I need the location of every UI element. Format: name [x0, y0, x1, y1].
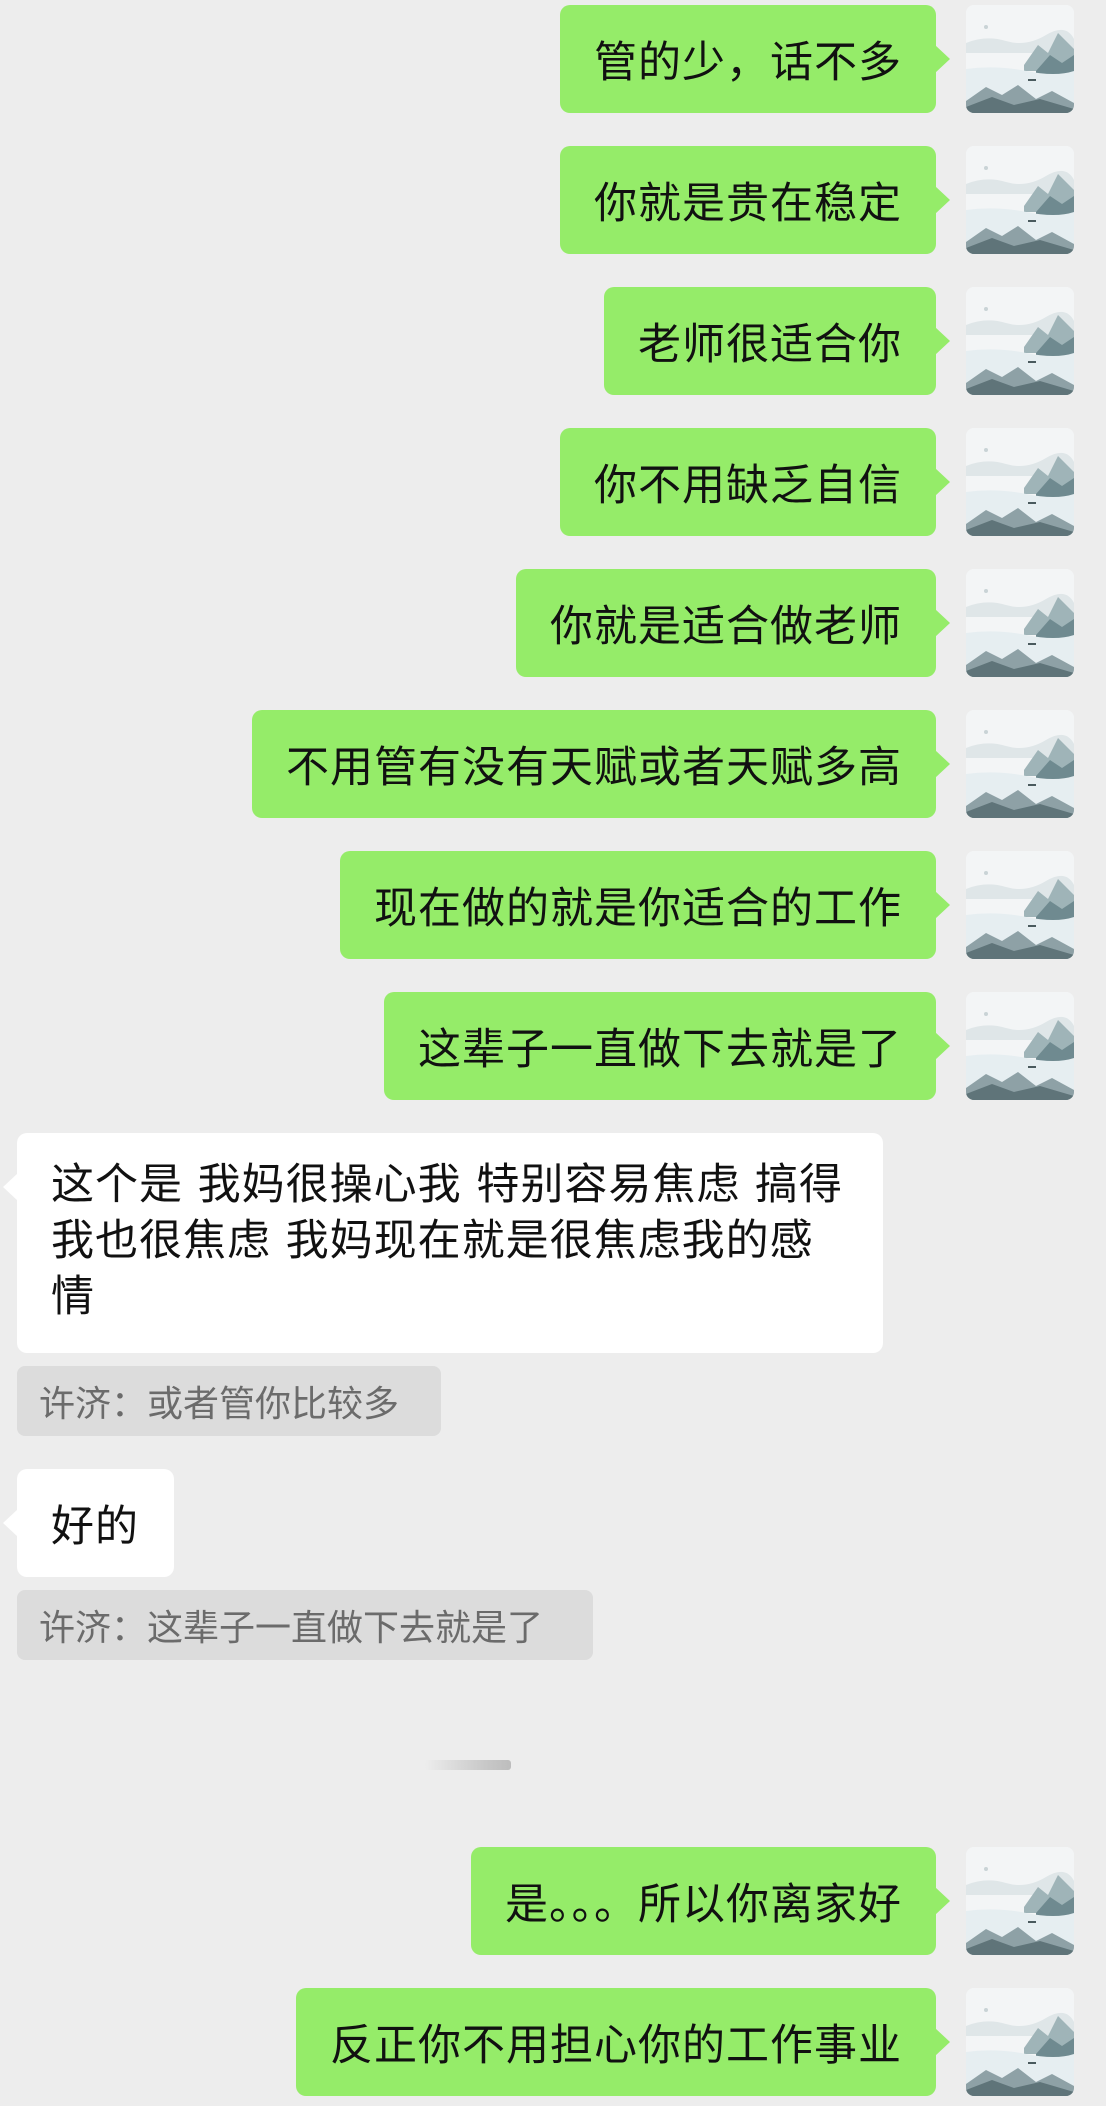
message-bubble[interactable]: 反正你不用担心你的工作事业 [296, 1988, 950, 2096]
message-text-line: 这个是 我妈很操心我 特别容易焦虑 搞得 [51, 1160, 844, 1210]
landscape-painting-avatar-icon [966, 428, 1074, 536]
message-text-line: 我也很焦虑 我妈现在就是很焦虑我的感 [51, 1216, 814, 1266]
landscape-painting-avatar-icon [966, 5, 1074, 113]
sent-message: 你不用缺乏自信 [0, 428, 1106, 536]
quoted-reply[interactable]: 许济：这辈子一直做下去就是了 [17, 1590, 593, 1660]
sent-message: 是。。。所以你离家好 [0, 1847, 1106, 1955]
avatar[interactable] [966, 569, 1074, 677]
avatar[interactable] [966, 1847, 1074, 1955]
message-bubble[interactable]: 你就是适合做老师 [516, 569, 950, 677]
message-text-line: 情 [51, 1272, 95, 1322]
avatar[interactable] [966, 710, 1074, 818]
landscape-painting-avatar-icon [966, 569, 1074, 677]
message-text: 你就是适合做老师 [550, 602, 902, 652]
avatar[interactable] [966, 287, 1074, 395]
landscape-painting-avatar-icon [966, 710, 1074, 818]
sent-message: 现在做的就是你适合的工作 [0, 851, 1106, 959]
message-text: 现在做的就是你适合的工作 [374, 884, 902, 934]
message-bubble[interactable]: 是。。。所以你离家好 [471, 1847, 950, 1955]
sent-message: 不用管有没有天赋或者天赋多高 [0, 710, 1106, 818]
sent-message: 你就是适合做老师 [0, 569, 1106, 677]
message-text: 你不用缺乏自信 [594, 461, 902, 511]
avatar[interactable] [966, 146, 1074, 254]
quoted-text: 许济：这辈子一直做下去就是了 [39, 1608, 544, 1649]
landscape-painting-avatar-icon [966, 1988, 1074, 2096]
message-text: 不用管有没有天赋或者天赋多高 [286, 743, 902, 793]
avatar[interactable] [966, 5, 1074, 113]
message-bubble[interactable]: 管的少，话不多 [560, 5, 950, 113]
sent-message: 反正你不用担心你的工作事业 [0, 1988, 1106, 2096]
message-text: 反正你不用担心你的工作事业 [330, 2021, 902, 2071]
landscape-painting-avatar-icon [966, 1847, 1074, 1955]
landscape-painting-avatar-icon [966, 851, 1074, 959]
landscape-painting-avatar-icon [966, 992, 1074, 1100]
received-message-bubble[interactable]: 这个是 我妈很操心我 特别容易焦虑 搞得 我也很焦虑 我妈现在就是很焦虑我的感 … [3, 1133, 883, 1353]
message-bubble[interactable]: 这辈子一直做下去就是了 [384, 992, 950, 1100]
message-text: 是。。。所以你离家好 [505, 1880, 902, 1930]
message-text: 管的少，话不多 [594, 38, 902, 88]
sent-message: 这辈子一直做下去就是了 [0, 992, 1106, 1100]
avatar[interactable] [966, 1988, 1074, 2096]
quoted-text: 许济：或者管你比较多 [39, 1384, 400, 1425]
message-bubble[interactable]: 现在做的就是你适合的工作 [340, 851, 950, 959]
message-bubble[interactable]: 你不用缺乏自信 [560, 428, 950, 536]
sent-message: 老师很适合你 [0, 287, 1106, 395]
sent-message: 你就是贵在稳定 [0, 146, 1106, 254]
sent-message: 管的少，话不多 [0, 5, 1106, 113]
avatar[interactable] [966, 851, 1074, 959]
avatar[interactable] [966, 992, 1074, 1100]
avatar[interactable] [966, 428, 1074, 536]
quoted-reply[interactable]: 许济：或者管你比较多 [17, 1366, 441, 1436]
received-message-bubble[interactable]: 好的 [3, 1469, 174, 1577]
message-text: 你就是贵在稳定 [594, 179, 902, 229]
message-bubble[interactable]: 你就是贵在稳定 [560, 146, 950, 254]
landscape-painting-avatar-icon [966, 287, 1074, 395]
message-bubble[interactable]: 老师很适合你 [604, 287, 950, 395]
message-bubble[interactable]: 不用管有没有天赋或者天赋多高 [252, 710, 950, 818]
divider [425, 1760, 511, 1770]
landscape-painting-avatar-icon [966, 146, 1074, 254]
message-text: 老师很适合你 [638, 320, 902, 370]
message-text: 这辈子一直做下去就是了 [418, 1025, 902, 1075]
message-text: 好的 [51, 1502, 139, 1552]
